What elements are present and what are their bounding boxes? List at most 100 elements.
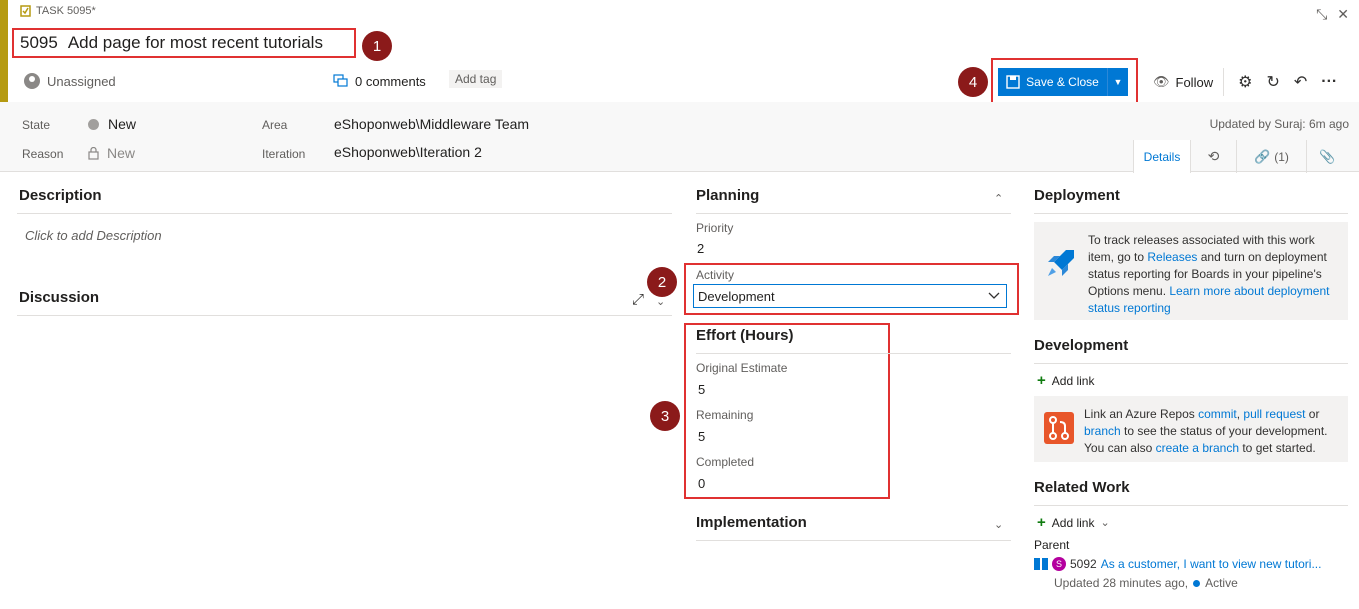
user-avatar-icon — [24, 73, 40, 89]
deployment-info-card: To track releases associated with this w… — [1034, 222, 1348, 320]
follow-label: Follow — [1175, 74, 1214, 90]
original-estimate-label: Original Estimate — [696, 361, 788, 375]
parent-status: Updated 28 minutes ago, Active — [1054, 576, 1238, 590]
iteration-value[interactable]: eShoponweb\Iteration 2 — [334, 144, 482, 160]
description-divider — [17, 213, 672, 214]
parent-title-link[interactable]: As a customer, I want to view new tutori… — [1101, 557, 1322, 571]
completed-value[interactable]: 0 — [698, 476, 705, 491]
add-tag-button[interactable]: Add tag — [449, 70, 503, 88]
planning-divider — [696, 213, 1011, 214]
remaining-value[interactable]: 5 — [698, 429, 705, 444]
work-item-type-label: TASK 5095* — [20, 5, 96, 17]
iteration-label: Iteration — [262, 147, 306, 161]
assigned-to-text[interactable]: Unassigned — [47, 74, 116, 89]
work-item-title[interactable]: 5095 Add page for most recent tutorials — [20, 33, 323, 53]
parent-work-item[interactable]: S 5092 As a customer, I want to view new… — [1034, 557, 1321, 571]
tab-details[interactable]: Details — [1133, 140, 1190, 173]
reason-field: New — [88, 145, 135, 161]
save-options-dropdown[interactable]: ▼ — [1108, 77, 1128, 87]
chevron-down-icon: ⌄ — [1100, 517, 1110, 529]
description-editor[interactable]: Click to add Description — [25, 228, 162, 243]
tab-links[interactable]: 🔗 (1) — [1236, 140, 1306, 173]
tab-strip: Details ⟲ 🔗 (1) 📎 — [1133, 140, 1348, 173]
comments-link[interactable]: 0 comments — [333, 70, 426, 92]
window-controls: ⤡ ✕ — [1316, 6, 1349, 23]
callout-3: 3 — [650, 401, 680, 431]
state-label: State — [22, 118, 51, 132]
comments-count[interactable]: 0 comments — [355, 74, 426, 89]
links-count: (1) — [1274, 149, 1289, 164]
plus-icon: + — [1037, 514, 1046, 531]
rocket-icon — [1048, 250, 1074, 276]
updated-info[interactable]: Updated by Suraj: 6m ago — [1210, 117, 1349, 131]
history-icon: ⟲ — [1207, 148, 1220, 164]
completed-label: Completed — [696, 455, 755, 469]
state-value[interactable]: New — [108, 116, 136, 132]
priority-value[interactable]: 2 — [697, 241, 704, 256]
activity-select[interactable]: Development — [693, 284, 1007, 308]
save-close-label: Save & Close — [1026, 75, 1099, 89]
paperclip-icon: 📎 — [1319, 148, 1336, 164]
work-item-type-text: TASK 5095* — [36, 5, 96, 17]
planning-title: Planning — [696, 187, 760, 204]
reason-value: New — [107, 145, 136, 161]
refresh-icon[interactable]: ↻ — [1266, 72, 1279, 92]
priority-label: Priority — [696, 221, 734, 235]
collapse-icon[interactable]: ⤡ — [1316, 6, 1327, 23]
save-close-button[interactable]: Save & Close ▼ — [998, 68, 1128, 96]
gear-icon[interactable]: ⚙ — [1238, 72, 1252, 92]
follow-button[interactable]: 👁 Follow — [1143, 68, 1225, 96]
tab-attachments[interactable]: 📎 — [1306, 140, 1348, 173]
task-icon — [20, 5, 31, 17]
chevron-down-icon[interactable]: ⌄ — [994, 518, 1003, 531]
deployment-divider — [1034, 213, 1348, 214]
development-title: Development — [1034, 337, 1129, 354]
expand-icon[interactable]: ⤢ — [632, 291, 644, 308]
chevron-up-icon[interactable]: ⌃ — [994, 192, 1003, 205]
original-estimate-value[interactable]: 5 — [698, 382, 705, 397]
development-divider — [1034, 363, 1348, 364]
work-item-id: 5095 — [20, 33, 58, 52]
commit-link[interactable]: commit — [1198, 407, 1237, 421]
callout-2: 2 — [647, 267, 677, 297]
callout-1: 1 — [362, 31, 392, 61]
implementation-divider — [696, 540, 1011, 541]
link-icon: 🔗 — [1254, 148, 1271, 164]
more-actions-icon[interactable]: ··· — [1321, 73, 1337, 91]
related-work-divider — [1034, 505, 1348, 506]
parent-state: Active — [1205, 576, 1238, 590]
comment-icon — [333, 74, 348, 87]
eye-icon: 👁 — [1153, 74, 1170, 89]
related-add-link[interactable]: + Add link ⌄ — [1037, 514, 1110, 531]
work-item-type-color-bar — [0, 0, 8, 102]
effort-divider — [696, 353, 1011, 354]
activity-label: Activity — [696, 268, 735, 282]
create-branch-link[interactable]: create a branch — [1156, 441, 1239, 455]
header-actions: 👁 Follow ⚙ ↻ ↶ ··· — [1143, 68, 1337, 96]
active-state-dot-icon — [1193, 579, 1201, 587]
area-label: Area — [262, 118, 288, 132]
undo-icon[interactable]: ↶ — [1294, 72, 1307, 92]
pull-request-link[interactable]: pull request — [1243, 407, 1305, 421]
development-text: Link an Azure Repos commit, pull request… — [1084, 407, 1328, 455]
implementation-title: Implementation — [696, 514, 807, 531]
branch-link[interactable]: branch — [1084, 424, 1121, 438]
user-story-icon — [1034, 558, 1048, 570]
deployment-title: Deployment — [1034, 187, 1120, 204]
development-add-link[interactable]: + Add link — [1037, 372, 1094, 389]
discussion-divider — [17, 315, 672, 316]
area-value[interactable]: eShoponweb\Middleware Team — [334, 116, 529, 132]
state-field[interactable]: New — [88, 116, 136, 132]
work-item-title-text[interactable]: Add page for most recent tutorials — [68, 33, 323, 52]
add-link-label: Add link — [1051, 373, 1095, 388]
close-icon[interactable]: ✕ — [1337, 6, 1349, 23]
save-close-main[interactable]: Save & Close — [998, 68, 1108, 96]
tab-history[interactable]: ⟲ — [1190, 140, 1236, 173]
activity-value: Development — [698, 288, 775, 304]
add-link-label: Add link — [1051, 515, 1095, 530]
releases-link[interactable]: Releases — [1147, 250, 1197, 264]
assigned-to[interactable]: Unassigned — [24, 70, 116, 92]
callout-4: 4 — [958, 67, 988, 97]
development-info-card: Link an Azure Repos commit, pull request… — [1034, 396, 1348, 462]
discussion-title: Discussion — [19, 289, 100, 306]
